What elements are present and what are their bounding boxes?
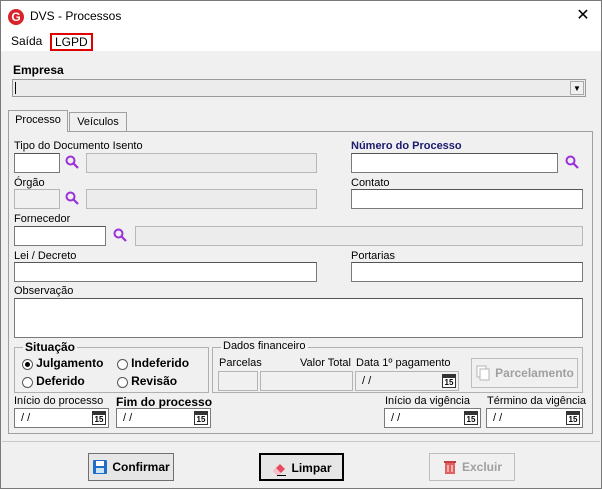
menu-item-label: LGPD bbox=[55, 35, 88, 49]
inicio-processo-input[interactable]: / / 15 bbox=[14, 408, 109, 428]
close-button[interactable]: ✕ bbox=[571, 5, 595, 27]
lei-decreto-input[interactable] bbox=[14, 262, 317, 282]
calendar-icon[interactable]: 15 bbox=[194, 411, 208, 425]
situacao-legend: Situação bbox=[23, 340, 78, 354]
text-caret bbox=[15, 82, 16, 94]
tipo-documento-code-input[interactable] bbox=[14, 153, 60, 173]
search-icon[interactable] bbox=[65, 191, 79, 205]
footer-divider bbox=[2, 441, 600, 442]
excluir-button: Excluir bbox=[429, 453, 515, 481]
calendar-day: 15 bbox=[568, 415, 578, 424]
calendar-icon[interactable]: 15 bbox=[566, 411, 580, 425]
title-bar: G DVS - Processos ✕ bbox=[1, 1, 601, 31]
calendar-day: 15 bbox=[444, 378, 454, 387]
button-label: Excluir bbox=[461, 460, 503, 474]
data-pagamento-input: / / 15 bbox=[355, 371, 459, 391]
tab-processo[interactable]: Processo bbox=[8, 110, 68, 132]
numero-processo-input[interactable] bbox=[351, 153, 558, 173]
numero-processo-label: Número do Processo bbox=[351, 140, 462, 152]
parcelas-label: Parcelas bbox=[219, 357, 262, 369]
inicio-vigencia-label: Início da vigência bbox=[385, 395, 470, 407]
tipo-documento-desc-field bbox=[86, 153, 317, 173]
contato-input[interactable] bbox=[351, 189, 583, 209]
fornecedor-desc-field bbox=[135, 226, 583, 246]
fim-processo-label: Fim do processo bbox=[116, 395, 213, 409]
orgao-code-input bbox=[14, 189, 60, 209]
search-icon[interactable] bbox=[65, 155, 79, 169]
orgao-label: Órgão bbox=[14, 177, 45, 189]
search-icon[interactable] bbox=[565, 155, 579, 169]
portarias-label: Portarias bbox=[351, 250, 396, 262]
save-icon bbox=[93, 459, 108, 474]
menu-item-saida[interactable]: Saída bbox=[8, 33, 45, 51]
observacao-label: Observação bbox=[14, 285, 74, 297]
date-value: / / bbox=[493, 412, 503, 424]
fim-processo-input[interactable]: / / 15 bbox=[116, 408, 211, 428]
button-label: Parcelamento bbox=[495, 366, 574, 380]
documents-icon bbox=[476, 365, 490, 381]
tab-label: Veículos bbox=[77, 116, 119, 128]
tab-veiculos[interactable]: Veículos bbox=[69, 112, 127, 132]
valor-total-label: Valor Total bbox=[300, 357, 351, 369]
parcelamento-button: Parcelamento bbox=[471, 358, 578, 388]
radio-label: Indeferido bbox=[131, 356, 190, 370]
data-pagamento-label: Data 1º pagamento bbox=[356, 357, 451, 369]
dados-financeiro-legend: Dados financeiro bbox=[221, 340, 308, 352]
tab-label: Processo bbox=[15, 114, 61, 126]
date-value: / / bbox=[21, 412, 31, 424]
calendar-day: 15 bbox=[466, 415, 476, 424]
calendar-day: 15 bbox=[94, 415, 104, 424]
date-value: / / bbox=[362, 375, 372, 387]
button-label: Limpar bbox=[291, 461, 332, 475]
dialog-window: G DVS - Processos ✕ Saída LGPD Empresa ▼… bbox=[0, 0, 602, 489]
radio-revisao[interactable]: Revisão bbox=[117, 374, 177, 388]
radio-deferido[interactable]: Deferido bbox=[22, 374, 85, 388]
date-value: / / bbox=[123, 412, 133, 424]
portarias-input[interactable] bbox=[351, 262, 583, 282]
valor-total-input bbox=[260, 371, 353, 391]
app-logo-icon: G bbox=[8, 9, 24, 25]
parcelas-input bbox=[218, 371, 258, 391]
radio-label: Julgamento bbox=[36, 356, 104, 370]
contato-label: Contato bbox=[351, 177, 390, 189]
inicio-processo-label: Início do processo bbox=[14, 395, 104, 407]
menu-item-lgpd[interactable]: LGPD bbox=[50, 33, 93, 51]
orgao-desc-field bbox=[86, 189, 317, 209]
fornecedor-code-input[interactable] bbox=[14, 226, 106, 246]
date-value: / / bbox=[391, 412, 401, 424]
confirmar-button[interactable]: Confirmar bbox=[88, 453, 174, 481]
termino-vigencia-input[interactable]: / / 15 bbox=[486, 408, 583, 428]
menu-bar: Saída LGPD bbox=[1, 31, 601, 51]
calendar-icon[interactable]: 15 bbox=[92, 411, 106, 425]
search-icon[interactable] bbox=[113, 228, 127, 242]
tipo-documento-label: Tipo do Documento Isento bbox=[14, 140, 143, 152]
radio-label: Revisão bbox=[131, 374, 178, 388]
empresa-select[interactable]: ▼ bbox=[12, 79, 586, 97]
radio-button[interactable] bbox=[117, 376, 128, 388]
observacao-textarea[interactable] bbox=[14, 298, 583, 338]
calendar-icon: 15 bbox=[442, 374, 456, 388]
eraser-icon bbox=[273, 463, 287, 476]
radio-button[interactable] bbox=[22, 358, 33, 370]
radio-button[interactable] bbox=[117, 358, 128, 370]
calendar-day: 15 bbox=[196, 415, 206, 424]
trash-icon bbox=[443, 460, 456, 474]
window-title: DVS - Processos bbox=[30, 9, 122, 23]
radio-button[interactable] bbox=[22, 376, 33, 388]
radio-julgamento[interactable]: Julgamento bbox=[22, 356, 103, 370]
empresa-label: Empresa bbox=[13, 63, 64, 77]
termino-vigencia-label: Término da vigência bbox=[487, 395, 587, 407]
radio-label: Deferido bbox=[36, 374, 85, 388]
inicio-vigencia-input[interactable]: / / 15 bbox=[384, 408, 481, 428]
button-label: Confirmar bbox=[112, 460, 170, 474]
limpar-button[interactable]: Limpar bbox=[259, 453, 344, 481]
lei-decreto-label: Lei / Decreto bbox=[14, 250, 77, 262]
chevron-down-icon[interactable]: ▼ bbox=[570, 81, 584, 95]
calendar-icon[interactable]: 15 bbox=[464, 411, 478, 425]
fornecedor-label: Fornecedor bbox=[14, 213, 71, 225]
radio-indeferido[interactable]: Indeferido bbox=[117, 356, 189, 370]
menu-item-label: Saída bbox=[11, 34, 43, 48]
